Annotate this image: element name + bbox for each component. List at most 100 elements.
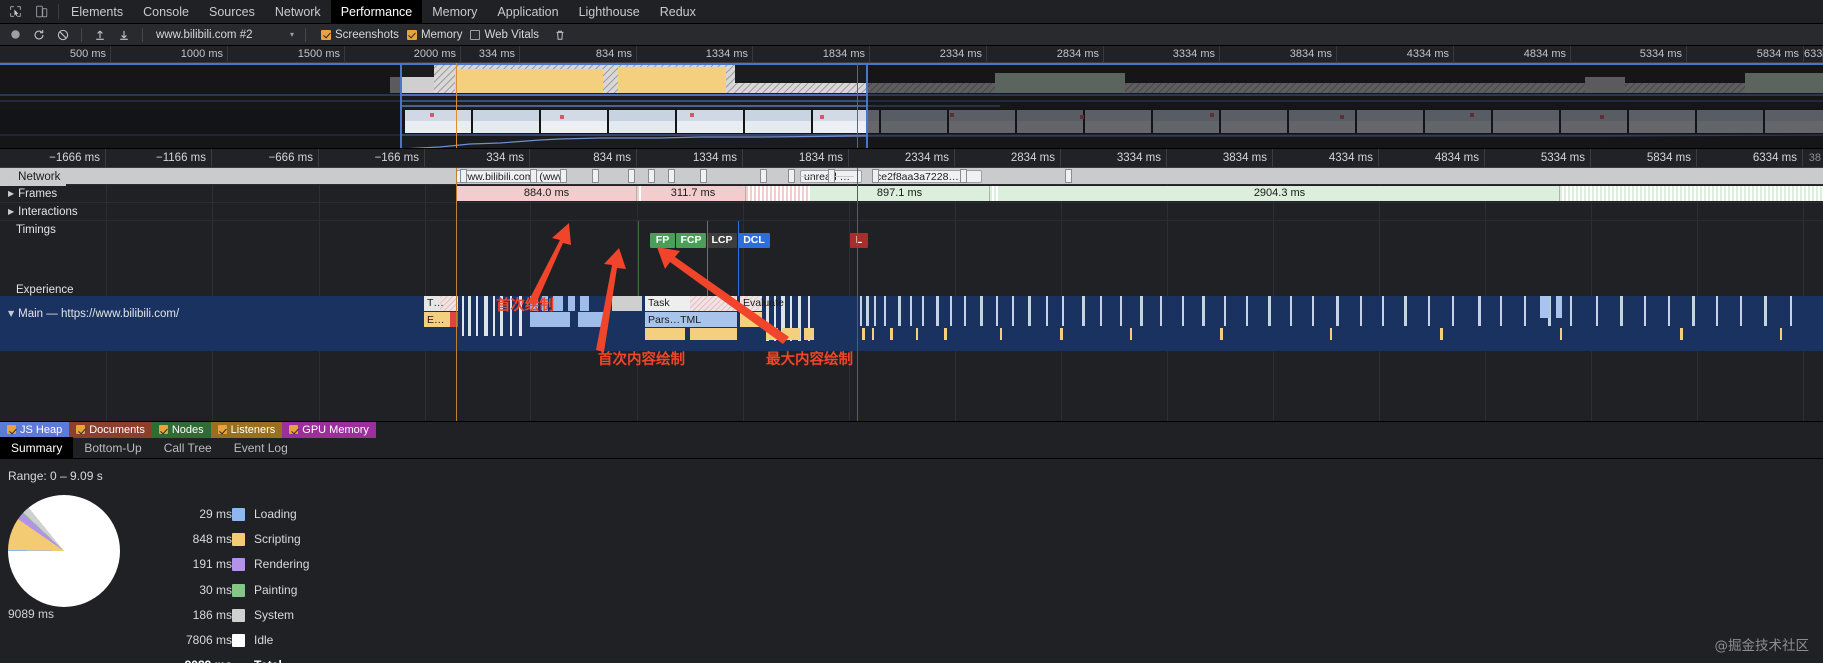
frame-block[interactable]: 884.0 ms — [457, 186, 637, 201]
network-request[interactable]: www.bilibili.com/ (www.bil… — [456, 170, 566, 183]
network-request-small[interactable] — [760, 169, 767, 183]
device-toolbar-icon[interactable] — [30, 2, 52, 22]
tab-performance[interactable]: Performance — [330, 0, 423, 23]
network-request-small[interactable] — [1065, 169, 1072, 183]
track-row-network[interactable]: ▶ Network www.bilibili.com/ (www.bil…unr… — [0, 168, 1823, 186]
flame-block-label[interactable]: Pars…TML — [648, 314, 735, 327]
capture-checkbox-label: Memory — [420, 28, 463, 41]
overview-window-handle-right[interactable] — [866, 63, 868, 148]
flame-block-label[interactable]: Evaluate — [743, 297, 808, 310]
checkbox-icon[interactable] — [217, 425, 227, 434]
frame-block[interactable]: 311.7 ms — [641, 186, 746, 201]
summary-row[interactable]: 30 ms Painting — [162, 577, 309, 602]
capture-checkbox-memory[interactable]: Memory — [406, 28, 463, 41]
timing-marker-dcl[interactable]: DCL — [738, 233, 770, 248]
network-request-small[interactable] — [592, 169, 599, 183]
memory-legend-nodes[interactable]: Nodes — [151, 421, 211, 438]
summary-row[interactable]: 848 ms Scripting — [162, 526, 309, 551]
collect-garbage-icon[interactable] — [549, 25, 571, 45]
flame-block-label[interactable]: Task — [648, 297, 735, 310]
details-tab-event-log[interactable]: Event Log — [223, 437, 299, 458]
track-row-interactions[interactable]: ▶ Interactions — [0, 203, 1823, 221]
details-tab-bottom-up[interactable]: Bottom-Up — [73, 437, 152, 458]
ruler-tick: −666 ms — [212, 149, 319, 168]
summary-row[interactable]: 7806 ms Idle — [162, 628, 309, 653]
capture-checkbox-screenshots[interactable]: Screenshots — [321, 29, 399, 41]
track-row-timings[interactable]: Timings FP FCP LCP DCL L — [0, 168, 1823, 333]
summary-row[interactable]: 186 ms System — [162, 602, 309, 627]
chevron-down-icon[interactable]: ▶ — [2, 311, 20, 317]
checkbox-icon[interactable] — [406, 29, 417, 40]
timing-marker-fcp[interactable]: FCP — [676, 233, 706, 248]
flame-block-label[interactable]: E… — [427, 314, 454, 327]
tab-sources[interactable]: Sources — [199, 0, 265, 23]
network-request-small[interactable] — [628, 169, 635, 183]
capture-checkbox-label: Screenshots — [335, 28, 399, 41]
checkbox-icon[interactable] — [321, 29, 331, 40]
toolbar-divider-2 — [142, 27, 143, 42]
detail-timeline-ruler[interactable]: 38 −1666 ms −1166 ms −666 ms −166 ms 334 ms 8… — [0, 149, 1823, 168]
tab-redux[interactable]: Redux — [650, 0, 706, 23]
network-request-small[interactable] — [560, 169, 567, 183]
profile-selector[interactable]: www.bilibili.com #2 ▾ — [150, 26, 298, 44]
range-label: Range: 0 – 9.09 s — [8, 469, 103, 483]
memory-legend-label: Documents — [89, 423, 145, 436]
checkbox-icon[interactable] — [289, 425, 299, 434]
network-request-small[interactable] — [828, 169, 835, 183]
tab-lighthouse[interactable]: Lighthouse — [569, 0, 650, 23]
summary-label: Loading — [254, 506, 297, 521]
timeline-overview[interactable] — [0, 63, 1823, 149]
tab-network[interactable]: Network — [265, 0, 331, 23]
timeline-flame-chart[interactable]: ▶ Network www.bilibili.com/ (www.bil…unr… — [0, 168, 1823, 421]
tab-memory[interactable]: Memory — [422, 0, 487, 23]
overview-window-handle-left[interactable] — [400, 63, 402, 148]
network-request-small[interactable] — [872, 169, 879, 183]
memory-legend-listeners[interactable]: Listeners — [210, 421, 283, 438]
overview-window-top-border — [0, 63, 1823, 65]
network-request-small[interactable] — [960, 169, 967, 183]
record-icon[interactable] — [4, 25, 26, 45]
memory-legend-documents[interactable]: Documents — [69, 421, 152, 438]
network-request-small[interactable] — [460, 169, 467, 183]
frame-block[interactable]: 2904.3 ms — [1000, 186, 1560, 201]
network-request-small[interactable] — [700, 169, 707, 183]
checkbox-icon[interactable] — [470, 29, 481, 40]
track-row-frames[interactable]: ▶ Frames 884.0 ms 311.7 ms 897.1 ms 2904.3 … — [0, 185, 1823, 203]
ruler-tick: 3834 ms — [1220, 46, 1337, 63]
tab-console[interactable]: Console — [133, 0, 199, 23]
checkbox-icon[interactable] — [158, 425, 168, 434]
overview-timeline-ruler[interactable]: 500 ms 1000 ms 1500 ms 2000 ms 334 ms 834 ms 1… — [0, 46, 1823, 63]
details-tab-summary[interactable]: Summary — [0, 437, 74, 458]
capture-checkbox-web-vitals[interactable]: Web Vitals — [470, 29, 539, 41]
tab-elements[interactable]: Elements — [61, 0, 133, 23]
network-request-small[interactable] — [668, 169, 675, 183]
checkbox-icon[interactable] — [76, 425, 86, 434]
ruler-tick: 4334 ms — [1273, 149, 1379, 168]
flame-block-label[interactable]: T… — [427, 297, 454, 310]
tab-application[interactable]: Application — [487, 0, 568, 23]
timing-marker-lcp[interactable]: LCP — [707, 233, 737, 248]
summary-row[interactable]: 191 ms Rendering — [162, 552, 309, 577]
network-request-small[interactable] — [530, 169, 537, 183]
timing-marker-fp[interactable]: FP — [650, 233, 675, 248]
checkbox-icon[interactable] — [7, 425, 16, 434]
main-thread-flame-body[interactable]: T… E… Task Pars…TML Evaluate — [0, 296, 1823, 351]
summary-swatch — [232, 501, 254, 526]
network-request-small[interactable] — [788, 169, 795, 183]
frame-block[interactable]: 897.1 ms — [810, 186, 990, 201]
chevron-right-icon[interactable]: ▶ — [8, 203, 14, 221]
details-tab-call-tree[interactable]: Call Tree — [153, 437, 223, 458]
summary-row[interactable]: 29 ms Loading — [162, 501, 309, 526]
load-profile-icon[interactable] — [89, 25, 111, 45]
save-profile-icon[interactable] — [113, 25, 135, 45]
chevron-right-icon[interactable]: ▶ — [8, 185, 14, 203]
chevron-right-icon[interactable]: ▶ — [8, 168, 14, 186]
summary-swatch — [232, 628, 254, 653]
inspect-element-icon[interactable] — [4, 2, 26, 22]
network-request-small[interactable] — [648, 169, 655, 183]
timing-marker-l[interactable]: L — [850, 233, 868, 248]
memory-legend-js-heap[interactable]: JS Heap — [0, 421, 70, 438]
reload-and-record-icon[interactable] — [28, 25, 50, 45]
clear-recording-icon[interactable] — [52, 25, 74, 45]
memory-legend-gpu-memory[interactable]: GPU Memory — [282, 421, 376, 438]
